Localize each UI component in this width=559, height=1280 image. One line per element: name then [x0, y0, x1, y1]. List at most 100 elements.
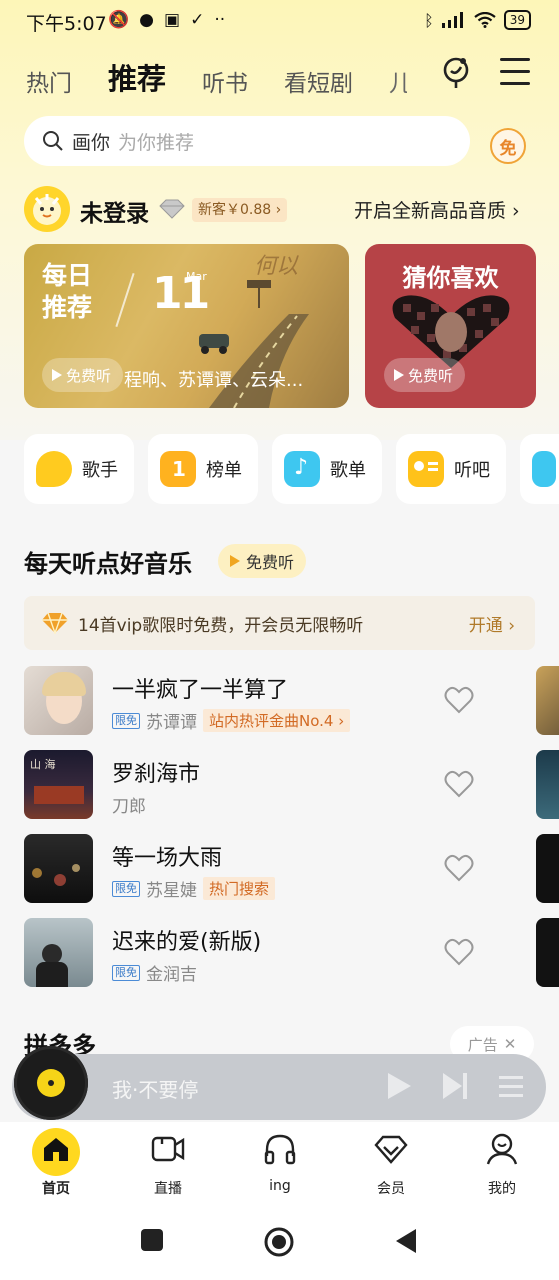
- newbie-offer-tag[interactable]: 新客￥0.88 ›: [192, 198, 288, 222]
- favorite-heart-icon[interactable]: [444, 770, 474, 798]
- favorite-heart-icon[interactable]: [444, 938, 474, 966]
- play-icon: [52, 369, 62, 381]
- avatar[interactable]: [24, 186, 70, 232]
- favorite-heart-icon[interactable]: [444, 686, 474, 714]
- headphones-icon: [264, 1134, 296, 1165]
- chat-icon: ●: [139, 10, 155, 30]
- login-status[interactable]: 未登录: [80, 194, 149, 228]
- home-icon: [44, 1138, 68, 1161]
- menu-icon[interactable]: [500, 58, 530, 86]
- daily-free-play-button[interactable]: 免费听: [42, 358, 124, 392]
- search-icon: [43, 131, 63, 151]
- signal-icon: [441, 12, 463, 28]
- song-artist: 苏谭谭: [146, 713, 197, 733]
- recents-icon[interactable]: [140, 1228, 164, 1252]
- song-row[interactable]: 迟来的爱(新版) 限免 金润吉: [24, 918, 559, 988]
- search-keyword: 画你: [72, 131, 111, 154]
- limited-free-tag: 限免: [112, 964, 140, 981]
- favorite-heart-icon[interactable]: [444, 854, 474, 882]
- song-cover: 山 海: [24, 750, 93, 819]
- app-icon: ▣: [164, 10, 181, 30]
- daily-artists: 程响、苏谭谭、云朵...: [124, 370, 304, 391]
- next-page-cover: [536, 666, 559, 735]
- shortcut-more[interactable]: [520, 434, 559, 504]
- nav-ing[interactable]: ing: [234, 1122, 326, 1206]
- bluetooth-icon: ᛒ: [424, 10, 434, 30]
- close-icon: ✕: [503, 1035, 517, 1053]
- diamond-icon: [159, 199, 185, 219]
- song-row[interactable]: 等一场大雨 限免 苏星婕 热门搜索: [24, 834, 559, 904]
- song-row[interactable]: 山 海 罗刹海市 刀郎: [24, 750, 559, 820]
- playlist-icon: ♪: [284, 451, 320, 487]
- section-free-play-button[interactable]: 免费听: [218, 544, 307, 578]
- shortcut-chart[interactable]: 1 榜单: [148, 434, 258, 504]
- next-page-cover: [536, 834, 559, 903]
- search-input[interactable]: 画你 为你推荐: [24, 116, 470, 166]
- chart-icon: 1: [160, 451, 196, 487]
- song-title: 迟来的爱(新版): [112, 930, 262, 955]
- song-cover: [24, 834, 93, 903]
- limited-free-tag: 限免: [112, 712, 140, 729]
- nav-home[interactable]: 首页: [10, 1122, 102, 1206]
- album-disc[interactable]: [14, 1046, 88, 1120]
- tab-hot[interactable]: 热门: [26, 64, 72, 98]
- guess-free-play-button[interactable]: 免费听: [384, 358, 466, 392]
- vip-diamond-icon: [374, 1135, 408, 1164]
- vip-banner[interactable]: 14首vip歌限时免费，开会员无限畅听 开通 ›: [24, 596, 535, 650]
- search-placeholder: 为你推荐: [118, 131, 195, 154]
- song-hot-tag: 热门搜索: [203, 877, 276, 900]
- wifi-icon: [474, 12, 496, 28]
- song-title: 罗刹海市: [112, 762, 201, 787]
- vip-diamond-icon: [42, 612, 68, 634]
- song-row[interactable]: 一半疯了一半算了 限免 苏谭谭 站内热评金曲No.4 ›: [24, 666, 559, 736]
- guess-you-like-title: 猜你喜欢: [402, 264, 499, 292]
- mute-icon: 🔕: [108, 10, 130, 30]
- singer-icon: [36, 451, 72, 487]
- radio-icon: [408, 451, 444, 487]
- divider: [115, 273, 135, 327]
- status-system-icons: ᛒ 39: [424, 10, 531, 30]
- nav-mine[interactable]: 我的: [456, 1122, 548, 1206]
- status-notification-icons: 🔕 ● ▣ ✓ ··: [108, 10, 225, 30]
- profile-icon: [486, 1133, 518, 1165]
- tab-audiobook[interactable]: 听书: [202, 64, 248, 98]
- song-hot-tag: 站内热评金曲No.4 ›: [203, 709, 351, 732]
- free-mode-button[interactable]: 免: [490, 128, 526, 164]
- vip-open-button[interactable]: 开通 ›: [469, 611, 515, 636]
- top-tab-bar: 热门 推荐 听书 看短剧 儿: [26, 56, 407, 98]
- section-title: 每天听点好音乐: [24, 550, 192, 578]
- tab-recommend[interactable]: 推荐: [108, 56, 166, 98]
- back-icon[interactable]: [394, 1228, 418, 1254]
- tab-kids[interactable]: 儿: [389, 64, 407, 98]
- play-icon: [394, 369, 404, 381]
- home-circle-icon[interactable]: [263, 1226, 295, 1258]
- nav-live[interactable]: 直播: [122, 1122, 214, 1206]
- song-title: 一半疯了一半算了: [112, 678, 289, 703]
- song-cover: [24, 918, 93, 987]
- playlist-queue-icon[interactable]: [496, 1070, 526, 1102]
- song-artist: 苏星婕: [146, 881, 197, 901]
- shortcut-radio[interactable]: 听吧: [396, 434, 506, 504]
- more-dots-icon: ··: [214, 10, 226, 30]
- tab-short-drama[interactable]: 看短剧: [284, 64, 353, 98]
- music-note-icon: [532, 451, 556, 487]
- nav-vip[interactable]: 会员: [345, 1122, 437, 1206]
- vip-banner-text: 14首vip歌限时免费，开会员无限畅听: [78, 615, 364, 636]
- song-artist: 金润吉: [146, 965, 197, 985]
- next-track-icon[interactable]: [440, 1070, 470, 1102]
- bottom-nav: 首页 直播 ing 会员 我的: [0, 1122, 559, 1206]
- check-icon: ✓: [190, 10, 205, 30]
- shortcut-playlist[interactable]: ♪ 歌单: [272, 434, 382, 504]
- quality-upgrade-link[interactable]: 开启全新高品音质 ›: [354, 196, 520, 223]
- system-nav-bar: [0, 1206, 559, 1280]
- album-art-text: 何以: [254, 254, 299, 279]
- song-artist: 刀郎: [112, 797, 146, 817]
- daily-recommend-title: 每日推荐: [42, 261, 93, 322]
- play-icon[interactable]: [384, 1070, 414, 1102]
- now-playing-title: 我·不要停: [112, 1078, 199, 1102]
- voice-recognize-icon[interactable]: [438, 54, 474, 90]
- shortcut-singer[interactable]: 歌手: [24, 434, 134, 504]
- date-month: Mar: [186, 270, 207, 283]
- limited-free-tag: 限免: [112, 880, 140, 897]
- live-video-icon: [151, 1136, 185, 1162]
